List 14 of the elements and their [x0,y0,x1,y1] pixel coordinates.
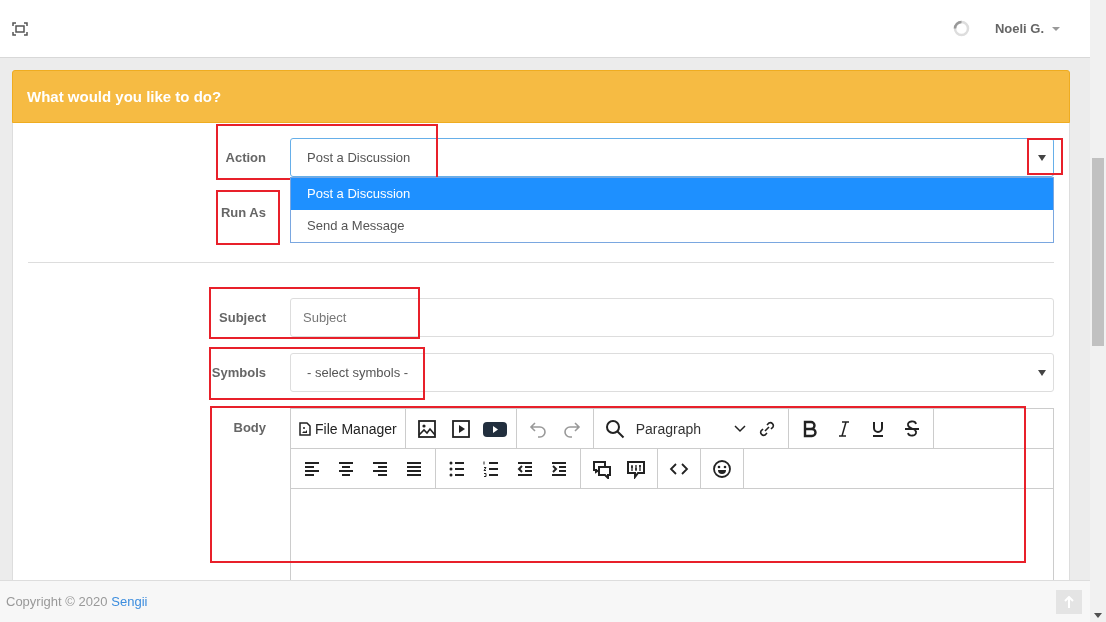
dropdown-option[interactable]: Send a Message [291,210,1053,242]
panel-title: What would you like to do? [12,70,1070,123]
action-select[interactable]: Post a Discussion [290,138,1054,177]
field-label: Run As [220,205,266,220]
symbols-select[interactable]: - select symbols - [290,353,1054,392]
file-manager-button[interactable]: File Manager [295,412,401,445]
field-label: Symbols [211,365,266,380]
copyright-text: Copyright © 2020 [6,594,108,609]
user-menu[interactable]: Noeli G. [994,21,1060,36]
subject-field[interactable]: Subject [290,298,1054,337]
field-label: Body [233,420,266,435]
paragraph-select[interactable]: Paragraph [631,412,750,445]
field-label: Subject [219,310,266,325]
field-label: Action [225,150,266,165]
